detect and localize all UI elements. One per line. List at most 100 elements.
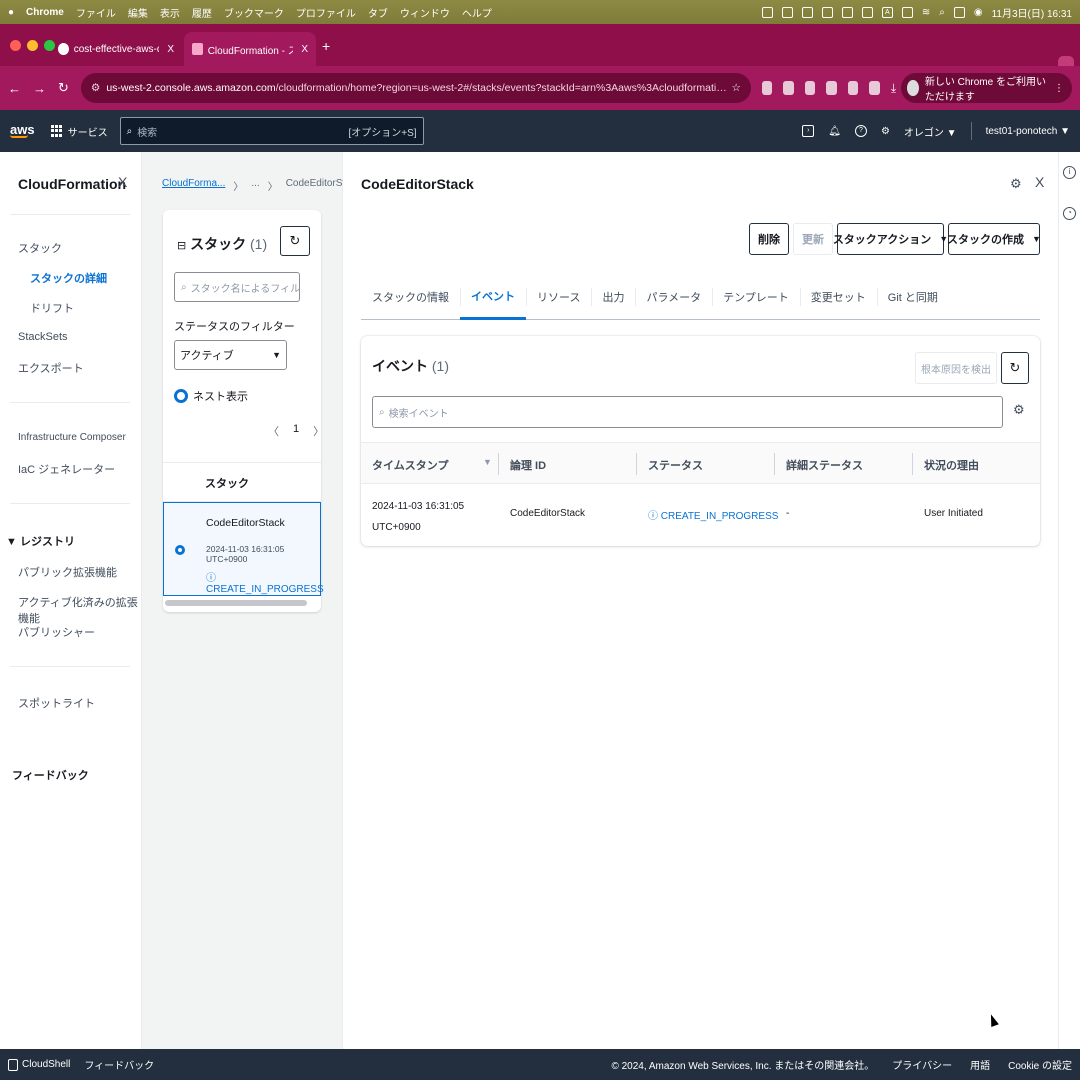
- terms-link[interactable]: 用語: [970, 1057, 990, 1072]
- col-status-reason[interactable]: 状況の理由: [924, 457, 979, 473]
- close-window-icon[interactable]: [10, 40, 21, 51]
- column-resizer[interactable]: [912, 453, 913, 475]
- status-filter-select[interactable]: アクティブ ▼: [174, 340, 287, 370]
- download-icon[interactable]: ⤓: [891, 81, 901, 95]
- extension-icon[interactable]: [847, 81, 859, 95]
- extension-icon[interactable]: [826, 81, 837, 95]
- footer-feedback-link[interactable]: フィードバック: [84, 1057, 154, 1072]
- settings-gear-icon[interactable]: ⚙: [881, 126, 890, 137]
- refresh-events-button[interactable]: ↻: [1001, 352, 1029, 384]
- close-side-nav-icon[interactable]: X: [118, 174, 127, 190]
- notification-icon[interactable]: [821, 6, 833, 18]
- status-app-icon[interactable]: [781, 6, 793, 18]
- horizontal-scrollbar[interactable]: [165, 600, 307, 606]
- tools-panel-icon[interactable]: ◔: [1063, 207, 1076, 220]
- next-page-icon[interactable]: 〉: [313, 423, 324, 439]
- sidebar-item-feedback[interactable]: フィードバック: [12, 767, 89, 783]
- sidebar-item-spotlight[interactable]: スポットライト: [18, 695, 95, 711]
- radio-selected-icon[interactable]: [175, 545, 185, 555]
- wifi-icon[interactable]: ≋: [922, 7, 930, 18]
- menu-bookmarks[interactable]: ブックマーク: [224, 5, 284, 20]
- detect-root-cause-button[interactable]: 根本原因を検出: [915, 352, 997, 384]
- sidebar-section-registry[interactable]: ▼ レジストリ: [6, 533, 75, 549]
- spotlight-search-icon[interactable]: ⌕: [939, 7, 945, 18]
- column-resizer[interactable]: [774, 453, 775, 475]
- region-selector[interactable]: オレゴン ▼: [904, 124, 957, 139]
- stack-name[interactable]: CodeEditorStack: [206, 517, 285, 529]
- extension-icon[interactable]: [783, 81, 794, 95]
- sidebar-item-exports[interactable]: エクスポート: [18, 360, 84, 376]
- update-chrome-button[interactable]: 新しい Chrome をご利用いただけます ⋮: [901, 73, 1072, 103]
- menu-app-name[interactable]: Chrome: [26, 7, 64, 18]
- table-settings-gear-icon[interactable]: ⚙: [1013, 402, 1025, 418]
- sidebar-item-publishers[interactable]: パブリッシャー: [18, 624, 95, 640]
- close-tab-icon[interactable]: X: [167, 44, 174, 55]
- info-panel-icon[interactable]: i: [1063, 166, 1076, 179]
- sidebar-item-infrastructure-composer[interactable]: Infrastructure Composer: [18, 432, 126, 443]
- extension-icon[interactable]: [804, 81, 816, 95]
- browser-tab-active[interactable]: CloudFormation - スタック Co X: [184, 32, 316, 66]
- col-status[interactable]: ステータス: [648, 457, 703, 473]
- apple-icon[interactable]: ●: [8, 7, 14, 18]
- more-menu-icon[interactable]: ⋮: [1054, 83, 1064, 94]
- column-resizer[interactable]: [636, 453, 637, 475]
- menu-help[interactable]: ヘルプ: [462, 5, 492, 20]
- close-tab-icon[interactable]: X: [301, 44, 308, 55]
- status-app-icon[interactable]: [801, 6, 813, 18]
- aws-logo[interactable]: aws: [10, 123, 35, 138]
- site-info-icon[interactable]: ⚙: [91, 82, 100, 94]
- control-center-icon[interactable]: [953, 6, 965, 18]
- breadcrumb-ellipsis[interactable]: ...: [251, 178, 259, 193]
- aws-search-input[interactable]: ⌕ 検索 [オプション+S]: [119, 117, 424, 145]
- tab-outputs[interactable]: 出力: [591, 274, 635, 320]
- bookmark-star-icon[interactable]: ☆: [731, 82, 740, 94]
- siri-icon[interactable]: ◉: [974, 7, 983, 18]
- event-search-input[interactable]: ⌕ 検索イベント: [372, 396, 1003, 428]
- current-page[interactable]: 1: [293, 423, 299, 439]
- cloudshell-icon[interactable]: ›: [802, 125, 815, 137]
- menu-window[interactable]: ウィンドウ: [400, 5, 450, 20]
- stack-actions-button[interactable]: スタックアクション ▼: [833, 223, 948, 255]
- nested-view-toggle[interactable]: ネスト表示: [174, 388, 248, 404]
- address-bar[interactable]: ⚙ us-west-2.console.aws.amazon.com /clou…: [80, 73, 751, 103]
- forward-arrow-icon[interactable]: →: [33, 81, 46, 96]
- menu-profiles[interactable]: プロファイル: [296, 5, 356, 20]
- notifications-bell-icon[interactable]: 🔔︎: [828, 126, 841, 137]
- sidebar-item-public-extensions[interactable]: パブリック拡張機能: [18, 564, 117, 580]
- minimize-window-icon[interactable]: [27, 40, 38, 51]
- back-arrow-icon[interactable]: ←: [8, 81, 21, 96]
- tab-parameters[interactable]: パラメータ: [635, 274, 712, 320]
- tab-template[interactable]: テンプレート: [712, 274, 800, 320]
- volume-icon[interactable]: [861, 6, 873, 18]
- preferences-gear-icon[interactable]: ⚙: [1010, 176, 1022, 192]
- col-detailed-status[interactable]: 詳細ステータス: [786, 457, 863, 473]
- sidebar-item-drift[interactable]: ドリフト: [30, 300, 74, 316]
- sidebar-item-stack-details[interactable]: スタックの詳細: [30, 270, 107, 286]
- services-menu[interactable]: サービス: [50, 124, 108, 139]
- account-menu[interactable]: test01-ponotech ▼: [986, 126, 1070, 137]
- col-logical-id[interactable]: 論理 ID: [510, 457, 546, 473]
- status-app-icon[interactable]: [761, 6, 773, 18]
- collapse-icon[interactable]: ⊟: [177, 240, 186, 252]
- tab-events[interactable]: イベント: [460, 274, 526, 320]
- breadcrumb-cloudformation[interactable]: CloudForma...: [162, 178, 225, 193]
- refresh-stacks-button[interactable]: ↻: [280, 226, 310, 256]
- extensions-puzzle-icon[interactable]: [869, 81, 880, 95]
- input-source-icon[interactable]: A: [881, 6, 893, 18]
- menu-tabs[interactable]: タブ: [368, 5, 388, 20]
- delete-button[interactable]: 削除: [749, 223, 789, 255]
- sort-descending-icon[interactable]: ▼: [483, 457, 492, 467]
- new-tab-button[interactable]: +: [322, 38, 330, 54]
- prev-page-icon[interactable]: 〈: [268, 423, 279, 439]
- menubar-clock[interactable]: 11月3日(日) 16:31: [992, 5, 1072, 20]
- tab-git-sync[interactable]: Git と同期: [876, 274, 949, 320]
- column-resizer[interactable]: [498, 453, 499, 475]
- menu-history[interactable]: 履歴: [192, 5, 212, 20]
- side-nav-title[interactable]: CloudFormation: [18, 176, 126, 192]
- cloudshell-button[interactable]: CloudShell: [8, 1058, 70, 1071]
- menu-view[interactable]: 表示: [160, 5, 180, 20]
- col-timestamp[interactable]: タイムスタンプ: [372, 457, 448, 473]
- privacy-link[interactable]: プライバシー: [892, 1057, 952, 1072]
- stack-column-header[interactable]: スタック: [163, 462, 321, 502]
- sidebar-item-iac-generator[interactable]: IaC ジェネレーター: [18, 461, 115, 477]
